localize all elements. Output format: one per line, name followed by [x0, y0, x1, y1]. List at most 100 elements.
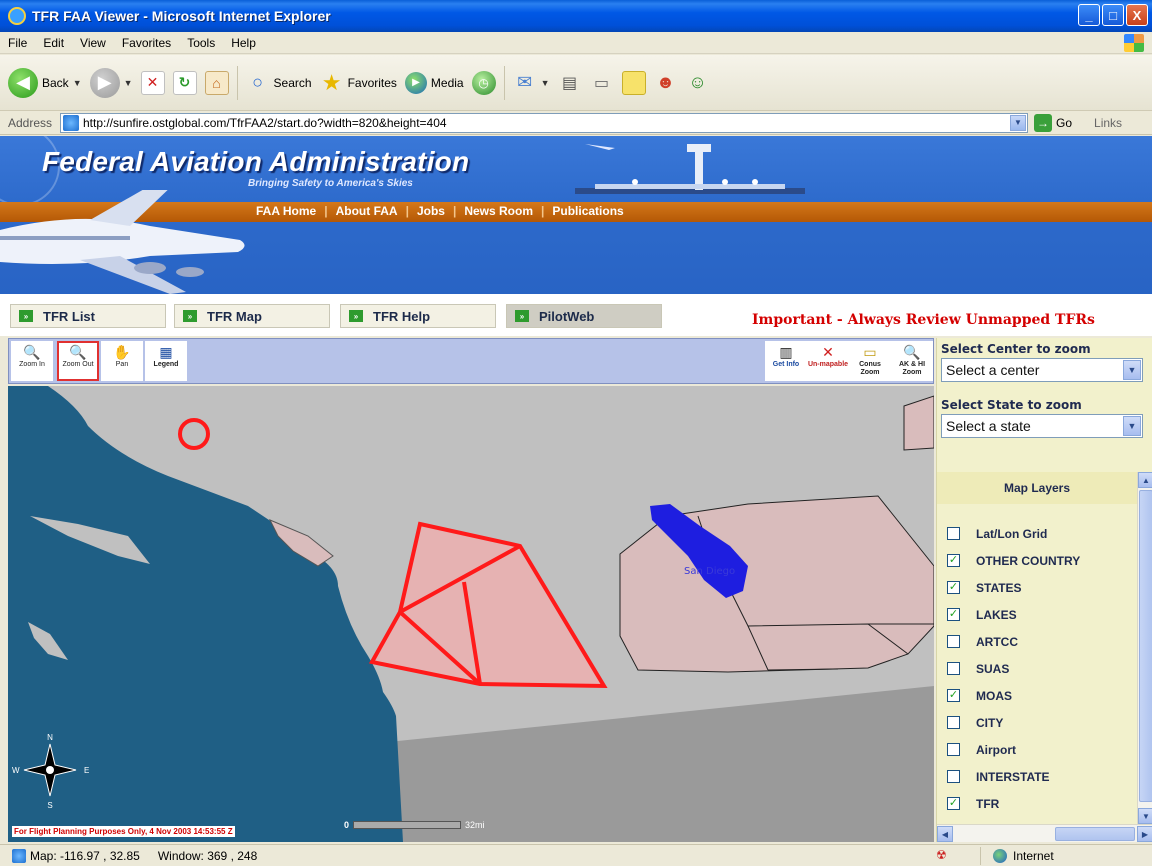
mail-button[interactable]: ✉ ▼ [513, 71, 550, 95]
layer-checkbox[interactable]: ✓ [947, 689, 960, 702]
window-title-bar[interactable]: TFR FAA Viewer - Microsoft Internet Expl… [0, 0, 1152, 32]
zoom-in-button[interactable]: 🔍 Zoom In [11, 341, 53, 381]
back-button[interactable]: ◀ Back ▼ [8, 67, 82, 98]
tab-tfr-list[interactable]: » TFR List [10, 304, 166, 328]
layer-item[interactable]: ✓ LAKES [947, 601, 1080, 628]
layer-item[interactable]: ARTCC [947, 628, 1080, 655]
media-button[interactable]: ▶ Media [404, 71, 464, 94]
menu-favorites[interactable]: Favorites [114, 36, 179, 50]
conus-zoom-button[interactable]: ▭ Conus Zoom [849, 341, 891, 381]
address-input[interactable]: http://sunfire.ostglobal.com/TfrFAA2/sta… [60, 112, 1028, 133]
menu-tools[interactable]: Tools [179, 36, 223, 50]
edit-button[interactable]: ▭ [590, 71, 614, 95]
layer-item[interactable]: SUAS [947, 655, 1080, 682]
edit-icon: ▭ [593, 74, 610, 92]
go-button[interactable]: → Go [1034, 113, 1072, 132]
tab-tfr-help[interactable]: » TFR Help [340, 304, 496, 328]
map-layers-title: Map Layers [937, 472, 1137, 504]
layer-checkbox[interactable] [947, 716, 960, 729]
unmapped-tfrs-link[interactable]: Important - Always Review Unmapped TFRs [752, 312, 1095, 328]
scroll-down-button[interactable]: ▼ [1138, 808, 1152, 824]
tab-tfr-map[interactable]: » TFR Map [174, 304, 330, 328]
tfr-map-canvas[interactable]: San Diego N S E W [8, 386, 934, 842]
nav-publications[interactable]: Publications [544, 204, 631, 218]
maximize-button[interactable]: □ [1102, 4, 1124, 26]
nav-jobs[interactable]: Jobs [409, 204, 453, 218]
scroll-left-button[interactable]: ◀ [937, 826, 953, 842]
layer-item[interactable]: Lat/Lon Grid [947, 520, 1080, 547]
forward-dropdown-icon[interactable]: ▼ [124, 78, 133, 88]
layer-item[interactable]: ✓ STATES [947, 574, 1080, 601]
layer-label: Airport [976, 742, 1016, 757]
favorites-button[interactable]: ★ Favorites [320, 70, 397, 95]
unmapable-button[interactable]: ✕ Un-mapable [807, 341, 849, 381]
get-info-button[interactable]: ▥ Get Info [765, 341, 807, 381]
center-select[interactable]: Select a center ▼ [941, 358, 1143, 382]
print-button[interactable]: ▤ [558, 71, 582, 95]
layer-item[interactable]: ✓ TFR [947, 790, 1080, 817]
menu-help[interactable]: Help [223, 36, 264, 50]
layer-checkbox[interactable]: ✓ [947, 554, 960, 567]
contacts-button[interactable]: ☺ [686, 71, 710, 95]
faa-subtitle: Bringing Safety to America's Skies [248, 178, 413, 189]
map-layers-list: Lat/Lon Grid ✓ OTHER COUNTRY ✓ STATES ✓ LAKES A… [947, 520, 1080, 817]
windows-logo-icon [1124, 34, 1144, 52]
forward-button[interactable]: ▶ ▼ [89, 67, 133, 98]
contacts-icon: ☺ [688, 72, 707, 92]
search-button[interactable]: ○ Search [246, 71, 311, 95]
pan-button[interactable]: ✋ Pan [101, 341, 143, 381]
layer-checkbox[interactable] [947, 743, 960, 756]
menu-edit[interactable]: Edit [35, 36, 72, 50]
zoom-out-button[interactable]: 🔍 Zoom Out [57, 341, 99, 381]
forward-arrow-icon: ▶ [89, 67, 120, 98]
scroll-right-button[interactable]: ▶ [1137, 826, 1152, 842]
scroll-up-button[interactable]: ▲ [1138, 472, 1152, 488]
address-dropdown-icon[interactable]: ▼ [1010, 114, 1026, 131]
layers-horizontal-scrollbar[interactable]: ◀ ▶ [937, 824, 1152, 842]
layer-checkbox[interactable]: ✓ [947, 581, 960, 594]
nav-about-faa[interactable]: About FAA [328, 204, 406, 218]
links-button[interactable]: Links [1094, 116, 1122, 130]
layer-checkbox[interactable] [947, 527, 960, 540]
layer-checkbox[interactable] [947, 635, 960, 648]
minimize-button[interactable]: _ [1078, 4, 1100, 26]
nav-faa-home[interactable]: FAA Home [248, 204, 324, 218]
layer-item[interactable]: INTERSTATE [947, 763, 1080, 790]
layer-checkbox[interactable] [947, 770, 960, 783]
menu-file[interactable]: File [0, 36, 35, 50]
layer-item[interactable]: ✓ OTHER COUNTRY [947, 547, 1080, 574]
state-select[interactable]: Select a state ▼ [941, 414, 1143, 438]
refresh-button[interactable]: ↻ [172, 70, 197, 95]
scroll-thumb[interactable] [1139, 490, 1152, 802]
layer-item[interactable]: CITY [947, 709, 1080, 736]
layers-vertical-scrollbar[interactable]: ▲ ▼ [1137, 472, 1152, 824]
layer-item[interactable]: Airport [947, 736, 1080, 763]
stop-button[interactable]: ✕ [140, 70, 165, 95]
back-arrow-icon: ◀ [8, 67, 38, 98]
layer-checkbox[interactable]: ✓ [947, 608, 960, 621]
svg-text:W: W [12, 766, 20, 775]
home-button[interactable]: ⌂ [204, 70, 229, 95]
hscroll-thumb[interactable] [1055, 827, 1135, 841]
page-status-icon [12, 848, 26, 863]
map-control-panel: Select Center to zoom Select a center ▼ … [936, 338, 1152, 842]
layer-checkbox[interactable] [947, 662, 960, 675]
svg-text:S: S [47, 801, 52, 810]
chevron-down-icon[interactable]: ▼ [1123, 360, 1141, 380]
media-icon: ▶ [404, 71, 427, 94]
refresh-icon: ↻ [172, 70, 197, 95]
chevron-down-icon[interactable]: ▼ [1123, 416, 1141, 436]
back-dropdown-icon[interactable]: ▼ [73, 78, 82, 88]
close-button[interactable]: X [1126, 4, 1148, 26]
ak-hi-zoom-button[interactable]: 🔍 AK & HI Zoom [891, 341, 933, 381]
tab-pilotweb[interactable]: » PilotWeb [506, 304, 662, 328]
history-button[interactable]: ◷ [471, 70, 496, 95]
layer-item[interactable]: ✓ MOAS [947, 682, 1080, 709]
legend-button[interactable]: ▦ Legend [145, 341, 187, 381]
menu-view[interactable]: View [72, 36, 114, 50]
layer-checkbox[interactable]: ✓ [947, 797, 960, 810]
notes-button[interactable] [621, 70, 646, 95]
mail-dropdown-icon[interactable]: ▼ [541, 78, 550, 88]
nav-news-room[interactable]: News Room [456, 204, 541, 218]
messenger-button[interactable]: ☻ [654, 71, 678, 95]
